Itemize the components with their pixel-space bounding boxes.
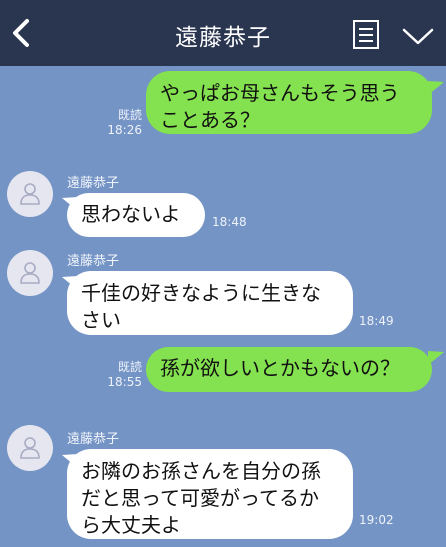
chat-header: 遠藤恭子 — [0, 0, 446, 66]
read-label: 既読 — [117, 108, 142, 122]
read-label: 既読 — [117, 360, 142, 374]
outgoing-message-bubble[interactable]: 孫が欲しいとかもないの？ — [146, 347, 432, 392]
incoming-message-bubble[interactable]: お隣のお孫さんを自分の孫 だと思って可愛がってるか ら大丈夫よ — [67, 449, 353, 539]
incoming-message-bubble[interactable]: 千佳の好きなように生きな さい — [67, 271, 353, 335]
menu-button[interactable] — [401, 26, 435, 46]
incoming-message-bubble[interactable]: 思わないよ — [67, 193, 205, 237]
user-icon — [20, 262, 40, 284]
notes-button[interactable] — [352, 19, 380, 50]
user-icon — [20, 183, 40, 205]
message-time: 19:02 — [359, 513, 394, 527]
bubble-tail — [428, 81, 444, 95]
bubble-tail — [428, 351, 444, 365]
sender-name: 遠藤恭子 — [67, 432, 120, 447]
sender-name: 遠藤恭子 — [67, 254, 120, 269]
outgoing-message-bubble[interactable]: やっぱお母さんもそう思う ことある？ — [146, 71, 432, 134]
chat-area[interactable]: 既読 18:26 やっぱお母さんもそう思う ことある？ 遠藤恭子 思わないよ 1… — [0, 66, 446, 547]
chevron-down-icon — [402, 28, 434, 45]
message-read-status: 既読 18:26 — [104, 108, 142, 138]
message-time: 18:48 — [212, 215, 247, 229]
message-time: 18:26 — [107, 123, 142, 137]
avatar[interactable] — [7, 250, 53, 296]
message-time: 18:55 — [107, 375, 142, 389]
avatar[interactable] — [7, 425, 53, 471]
notes-icon — [353, 20, 379, 49]
sender-name: 遠藤恭子 — [67, 176, 120, 191]
avatar[interactable] — [7, 171, 53, 217]
message-read-status: 既読 18:55 — [104, 360, 142, 390]
message-time: 18:49 — [359, 314, 394, 328]
user-icon — [20, 437, 40, 459]
